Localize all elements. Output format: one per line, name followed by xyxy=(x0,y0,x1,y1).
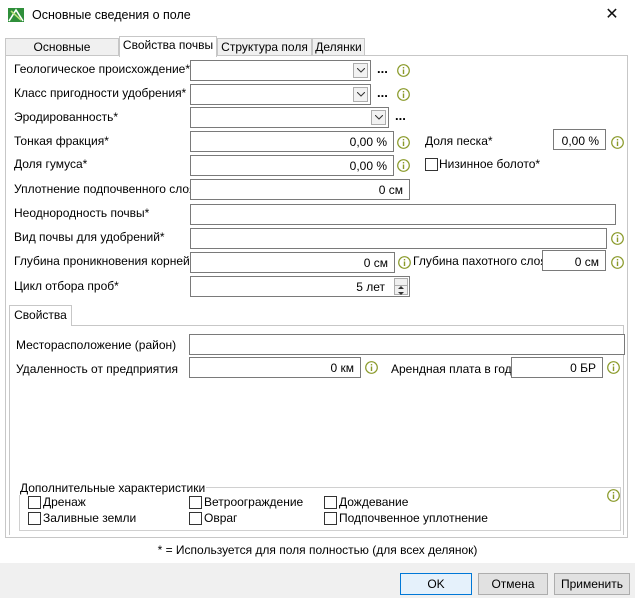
geological-origin-label: Геологическое происхождение* xyxy=(14,62,190,76)
info-icon[interactable] xyxy=(398,256,411,269)
footnote: * = Используется для поля полностью (для… xyxy=(157,543,478,557)
ravine-label: Овраг xyxy=(204,511,238,525)
erosion-combo[interactable] xyxy=(190,107,389,128)
tab-properties[interactable]: Свойства xyxy=(9,305,72,326)
soil-type-fertilizer-input[interactable] xyxy=(190,228,607,249)
soil-type-fertilizer-label: Вид почвы для удобрений* xyxy=(14,230,165,244)
cancel-button[interactable]: Отмена xyxy=(478,573,548,595)
location-input[interactable] xyxy=(189,334,625,355)
info-icon[interactable] xyxy=(397,136,410,149)
root-depth-input[interactable]: 0 см xyxy=(190,252,395,273)
subsoil-compaction-checkbox[interactable] xyxy=(324,512,337,525)
info-icon[interactable] xyxy=(611,256,624,269)
chevron-down-icon[interactable] xyxy=(353,87,368,102)
fertilizer-class-combo[interactable] xyxy=(190,84,371,105)
fine-fraction-input[interactable]: 0,00 % xyxy=(190,131,394,152)
info-icon[interactable] xyxy=(607,489,620,502)
lowland-bog-checkbox[interactable] xyxy=(425,158,438,171)
fine-fraction-label: Тонкая фракция* xyxy=(14,134,109,148)
distance-input[interactable]: 0 км xyxy=(189,357,361,378)
drainage-label: Дренаж xyxy=(43,495,86,509)
soil-heterogeneity-input[interactable] xyxy=(190,204,616,225)
topsoil-depth-input[interactable]: 0 см xyxy=(542,250,606,271)
tab-soil-properties[interactable]: Свойства почвы xyxy=(119,36,217,57)
subsoil-compaction-check-label: Подпочвенное уплотнение xyxy=(339,511,488,525)
soil-heterogeneity-label: Неоднородность почвы* xyxy=(14,206,150,220)
spin-up-button[interactable] xyxy=(395,279,407,289)
sampling-cycle-label: Цикл отбора проб* xyxy=(14,279,119,293)
title-bar: Основные сведения о поле ✕ xyxy=(0,0,635,31)
info-icon[interactable] xyxy=(611,232,624,245)
spinner-icon[interactable] xyxy=(394,278,408,295)
info-icon[interactable] xyxy=(365,361,378,374)
rent-input[interactable]: 0 БР xyxy=(511,357,603,378)
info-icon[interactable] xyxy=(611,136,624,149)
floodplain-label: Заливные земли xyxy=(43,511,137,525)
apply-button[interactable]: Применить xyxy=(554,573,630,595)
close-icon: ✕ xyxy=(605,6,619,23)
erosion-more[interactable]: ... xyxy=(395,108,406,123)
window-title: Основные сведения о поле xyxy=(32,8,191,22)
geological-origin-more[interactable]: ... xyxy=(377,61,388,76)
windbreak-label: Ветроограждение xyxy=(204,495,304,509)
close-button[interactable]: ✕ xyxy=(589,0,635,30)
lowland-bog-label: Низинное болото* xyxy=(439,157,541,171)
erosion-label: Эродированность* xyxy=(14,110,119,124)
sampling-cycle-input[interactable]: 5 лет xyxy=(190,276,410,297)
ok-button[interactable]: OK xyxy=(400,573,472,595)
windbreak-checkbox[interactable] xyxy=(189,496,202,509)
field-app-icon xyxy=(8,8,24,22)
irrigation-checkbox[interactable] xyxy=(324,496,337,509)
ravine-checkbox[interactable] xyxy=(189,512,202,525)
floodplain-checkbox[interactable] xyxy=(28,512,41,525)
extra-characteristics-title: Дополнительные характеристики xyxy=(19,481,207,495)
topsoil-depth-label: Глубина пахотного слоя* xyxy=(413,254,552,268)
tab-field-structure[interactable]: Структура поля xyxy=(217,38,312,56)
location-label: Месторасположение (район) xyxy=(16,338,177,352)
humus-share-label: Доля гумуса* xyxy=(14,157,88,171)
spin-down-button[interactable] xyxy=(395,286,407,295)
geological-origin-combo[interactable] xyxy=(190,60,371,81)
info-icon[interactable] xyxy=(397,159,410,172)
humus-share-input[interactable]: 0,00 % xyxy=(190,155,394,176)
subsoil-compaction-input[interactable]: 0 см xyxy=(190,179,410,200)
fertilizer-class-label: Класс пригодности удобрения* xyxy=(14,86,187,100)
root-depth-label: Глубина проникновения корней* xyxy=(14,254,195,268)
tab-plots[interactable]: Делянки xyxy=(312,38,365,56)
chevron-down-icon[interactable] xyxy=(371,110,386,125)
fertilizer-class-more[interactable]: ... xyxy=(377,85,388,100)
chevron-down-icon[interactable] xyxy=(353,63,368,78)
sand-share-label: Доля песка* xyxy=(425,134,493,148)
drainage-checkbox[interactable] xyxy=(28,496,41,509)
rent-label: Арендная плата в год xyxy=(391,362,512,376)
tab-general[interactable]: Основные сведения xyxy=(5,38,119,70)
info-icon[interactable] xyxy=(397,64,410,77)
info-icon[interactable] xyxy=(607,361,620,374)
irrigation-label: Дождевание xyxy=(339,495,409,509)
subsoil-compaction-label: Уплотнение подпочвенного слоя* xyxy=(14,182,201,196)
dialog-footer: OK Отмена Применить xyxy=(0,563,635,598)
distance-label: Удаленность от предприятия xyxy=(16,362,178,376)
tab-bar: Основные сведения Свойства почвы Структу… xyxy=(5,36,625,70)
sand-share-input[interactable]: 0,00 % xyxy=(553,129,606,150)
info-icon[interactable] xyxy=(397,88,410,101)
